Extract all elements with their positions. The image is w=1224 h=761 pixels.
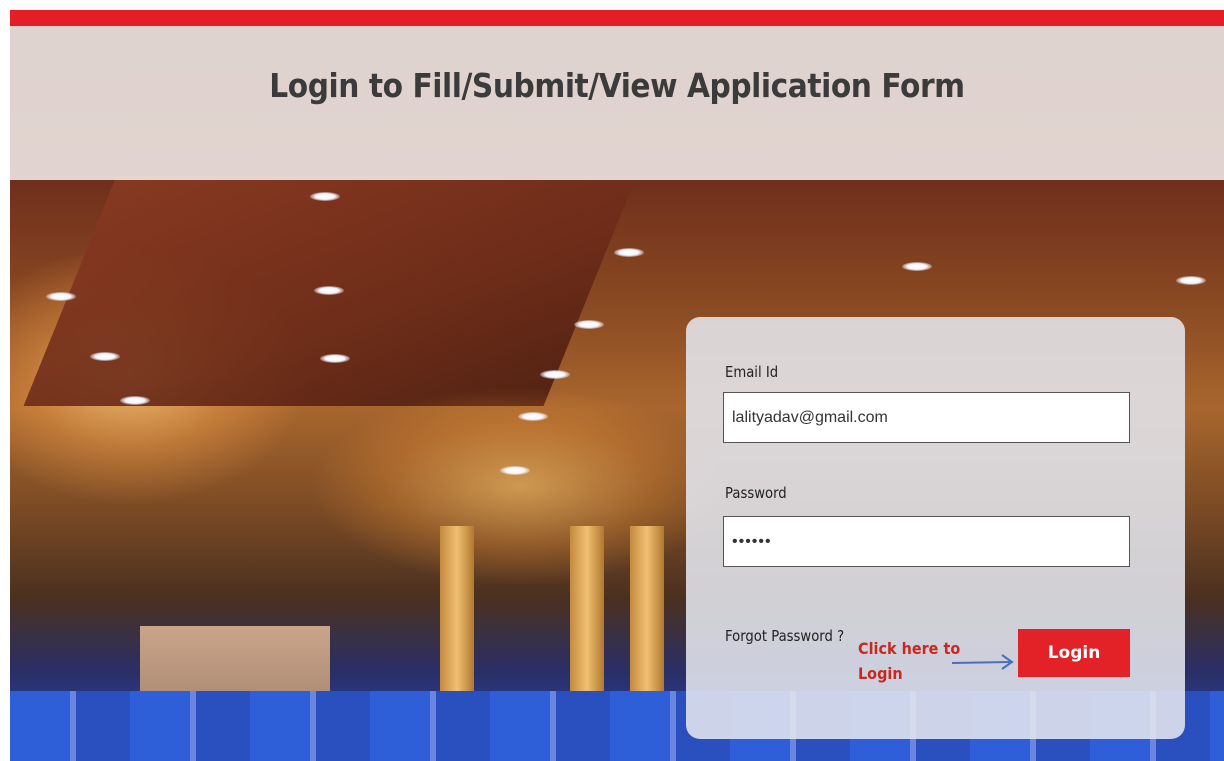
password-input[interactable]: •••••• <box>723 516 1130 567</box>
ceiling-light <box>314 286 344 295</box>
ceiling-light <box>46 292 76 301</box>
login-card: Email Id lalityadav@gmail.com Password •… <box>686 317 1185 739</box>
top-accent-bar <box>10 10 1224 26</box>
email-input[interactable]: lalityadav@gmail.com <box>723 392 1130 443</box>
ceiling-light <box>320 354 350 363</box>
forgot-password-link[interactable]: Forgot Password ? <box>725 627 844 645</box>
ceiling-light <box>614 248 644 257</box>
ceiling-light <box>518 412 548 421</box>
email-label: Email Id <box>725 363 779 381</box>
login-button[interactable]: Login <box>1018 629 1130 677</box>
password-label: Password <box>725 484 787 502</box>
page-title: Login to Fill/Submit/View Application Fo… <box>269 66 965 105</box>
ceiling-light <box>540 370 570 379</box>
ceiling-light <box>1176 276 1206 285</box>
arrow-right-icon <box>951 654 1014 670</box>
ceiling-light <box>574 320 604 329</box>
ceiling-light <box>90 352 120 361</box>
ceiling-light <box>500 466 530 475</box>
ceiling-light <box>902 262 932 271</box>
login-page: Login to Fill/Submit/View Application Fo… <box>10 10 1224 761</box>
ceiling-light <box>120 396 150 405</box>
ceiling-light <box>310 192 340 201</box>
